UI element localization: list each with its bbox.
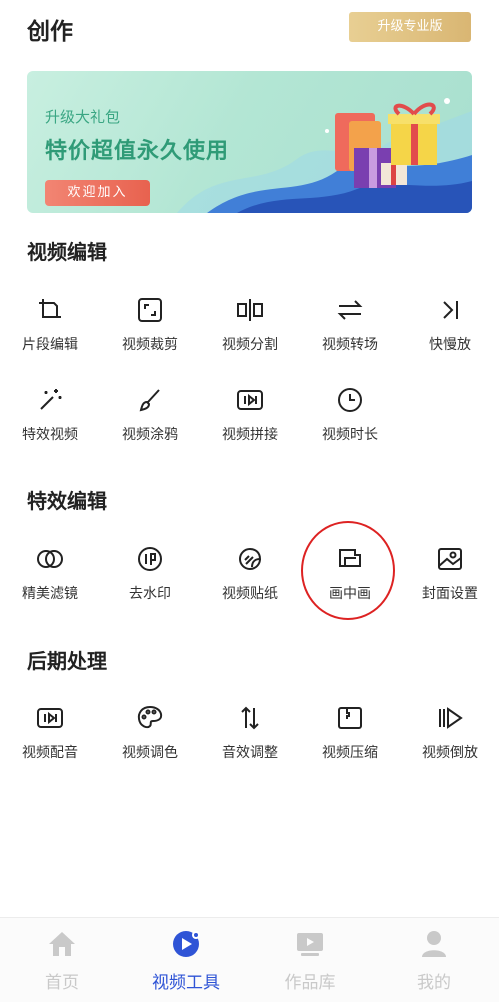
tool-label: 视频拼接 [222, 427, 278, 443]
split-icon [237, 299, 263, 321]
banner-join-button[interactable]: 欢迎加入 [45, 180, 150, 206]
expand-icon [138, 298, 162, 322]
banner-headline: 特价超值永久使用 [45, 139, 230, 164]
stamp-icon [138, 547, 162, 571]
merge-icon [237, 390, 263, 410]
tool-video-split[interactable]: 视频分割 [200, 296, 300, 376]
library-icon [297, 933, 323, 956]
tool-video-reverse[interactable]: 视频倒放 [400, 704, 499, 784]
upgrade-button[interactable]: 升级专业版 [349, 12, 471, 42]
image-icon [438, 548, 462, 570]
tab-label: 视频工具 [152, 973, 220, 993]
section-title-effect-edit: 特效编辑 [27, 489, 107, 513]
promo-banner[interactable]: 升级大礼包 特价超值永久使用 欢迎加入 [27, 71, 472, 213]
bottom-tab-bar: 首页 视频工具 作品库 我的 [0, 917, 499, 1002]
filter-icon [37, 550, 63, 568]
tool-label: 视频调色 [122, 745, 178, 761]
tool-video-sticker[interactable]: 视频贴纸 [200, 545, 300, 625]
tool-label: 特效视频 [22, 427, 78, 443]
tool-clip-edit[interactable]: 片段编辑 [0, 296, 100, 376]
tool-video-doodle[interactable]: 视频涂鸦 [100, 386, 200, 466]
tool-sound-adjust[interactable]: 音效调整 [200, 704, 300, 784]
tool-label: 去水印 [129, 586, 171, 602]
tool-video-crop[interactable]: 视频裁剪 [100, 296, 200, 376]
tab-video-tools[interactable]: 视频工具 [124, 918, 248, 1002]
profile-icon [422, 931, 446, 957]
compress-icon [338, 707, 362, 729]
tool-label: 视频配音 [22, 745, 78, 761]
tab-home[interactable]: 首页 [0, 918, 124, 1002]
page-title: 创作 [27, 19, 73, 45]
tool-label: 视频转场 [322, 337, 378, 353]
tool-label: 视频压缩 [322, 745, 378, 761]
tool-label: 视频倒放 [422, 745, 478, 761]
clock-icon [338, 388, 362, 412]
tool-label: 音效调整 [222, 745, 278, 761]
sticker-icon [239, 547, 262, 570]
brush-icon [139, 389, 160, 412]
tool-label: 视频时长 [322, 427, 378, 443]
section-title-video-edit: 视频编辑 [27, 240, 107, 264]
transition-icon [337, 300, 363, 320]
tool-label: 精美滤镜 [22, 586, 78, 602]
tool-video-dubbing[interactable]: 视频配音 [0, 704, 100, 784]
reverse-icon [439, 707, 463, 729]
tool-label: 视频分割 [222, 337, 278, 353]
tool-video-transition[interactable]: 视频转场 [300, 296, 400, 376]
tool-label: 视频裁剪 [122, 337, 178, 353]
home-icon [49, 932, 75, 956]
header: 创作 升级专业版 [0, 0, 499, 60]
tool-label: 视频涂鸦 [122, 427, 178, 443]
palette-icon [137, 705, 163, 729]
tool-remove-watermark[interactable]: 去水印 [100, 545, 200, 625]
video-tools-icon [173, 931, 200, 957]
tab-label: 作品库 [284, 973, 336, 993]
tab-profile[interactable]: 我的 [372, 918, 496, 1002]
tool-video-color[interactable]: 视频调色 [100, 704, 200, 784]
highlight-circle [301, 521, 395, 620]
tool-cover-settings[interactable]: 封面设置 [400, 545, 499, 625]
section-title-post-processing: 后期处理 [27, 649, 107, 673]
tool-effect-video[interactable]: 特效视频 [0, 386, 100, 466]
tool-label: 片段编辑 [22, 337, 78, 353]
tool-filters[interactable]: 精美滤镜 [0, 545, 100, 625]
tool-label: 视频贴纸 [222, 586, 278, 602]
tool-video-duration[interactable]: 视频时长 [300, 386, 400, 466]
tab-library[interactable]: 作品库 [248, 918, 372, 1002]
magic-wand-icon [40, 389, 62, 410]
tool-speed[interactable]: 快慢放 [400, 296, 499, 376]
tool-video-compress[interactable]: 视频压缩 [300, 704, 400, 784]
crop-icon [39, 299, 61, 318]
sound-adjust-icon [241, 706, 259, 730]
speed-icon [443, 301, 458, 319]
tab-label: 首页 [45, 973, 79, 993]
tool-label: 快慢放 [429, 337, 471, 353]
tool-label: 封面设置 [422, 586, 478, 602]
banner-subtitle: 升级大礼包 [45, 108, 121, 126]
tool-video-merge[interactable]: 视频拼接 [200, 386, 300, 466]
tab-label: 我的 [417, 973, 451, 993]
dubbing-icon [37, 708, 63, 728]
